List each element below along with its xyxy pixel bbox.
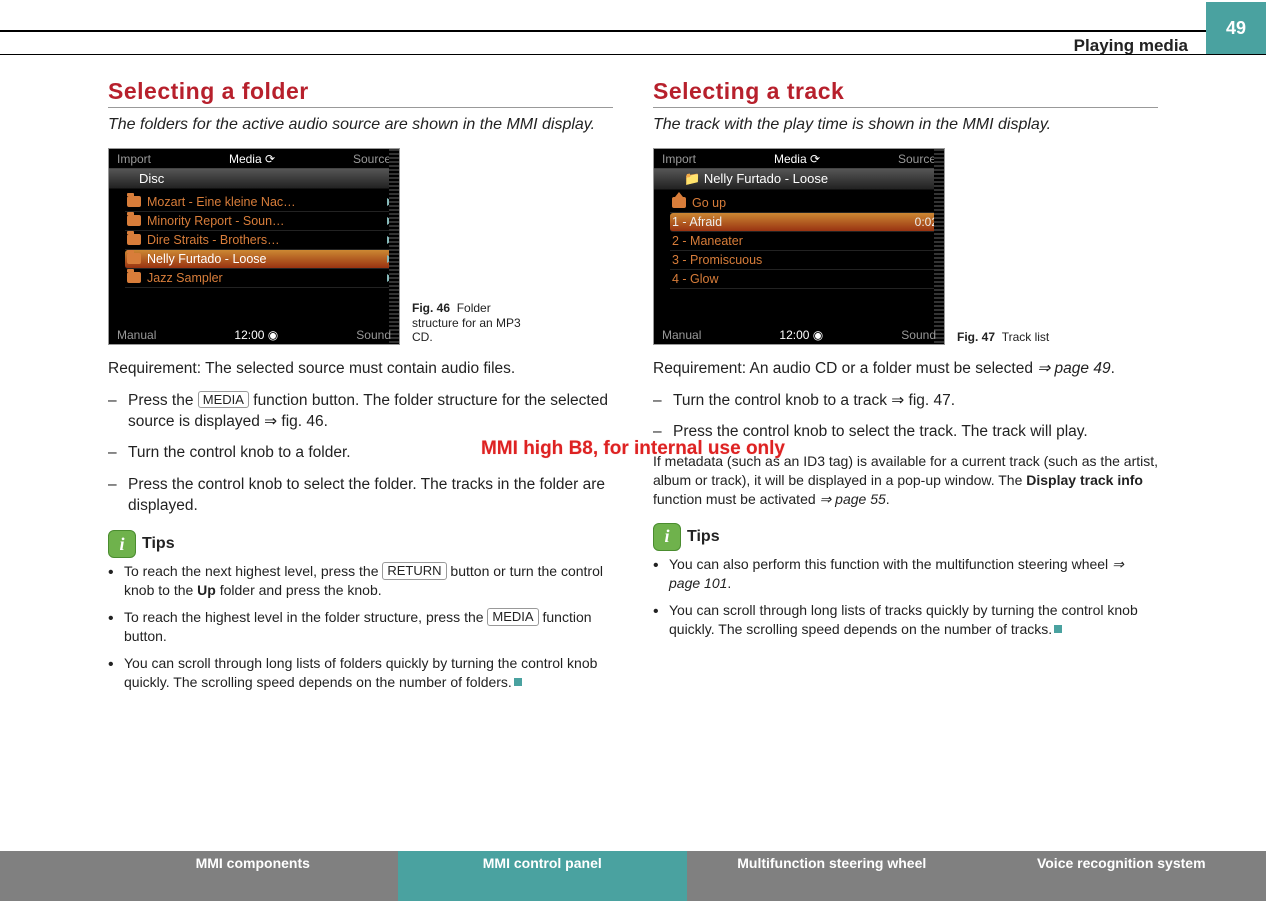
tips-header-left: i Tips <box>108 530 613 558</box>
steps-right: Turn the control knob to a track ⇒ fig. … <box>653 390 1158 443</box>
folder-icon <box>127 234 141 245</box>
fig46-caption: Fig. 46 Folder structure for an MP3 CD. <box>412 301 522 344</box>
end-mark-icon <box>514 678 522 686</box>
fig47-caption: Fig. 47 Track list <box>957 330 1067 344</box>
folder-icon <box>127 196 141 207</box>
footer-spacer <box>0 851 108 901</box>
mmi-screenshot-folders: Import Media ⟳ Source Disc Mozart - Eine… <box>108 148 400 345</box>
tab-multifunction-wheel[interactable]: Multifunction steering wheel <box>687 851 977 901</box>
folder-icon <box>127 253 141 264</box>
go-up-icon <box>672 197 686 208</box>
mmi-screenshot-tracks: Import Media ⟳ Source 📁 Nelly Furtado - … <box>653 148 945 345</box>
tip-1: You can also perform this function with … <box>653 555 1158 593</box>
tab-mmi-control-panel[interactable]: MMI control panel <box>398 851 688 901</box>
info-icon: i <box>653 523 681 551</box>
left-column: Selecting a folder The folders for the a… <box>108 78 613 811</box>
section-title-left: Selecting a folder <box>108 78 613 108</box>
mmi-top-right: Source <box>898 152 936 166</box>
mmi-bottom-right: Sound <box>356 328 391 342</box>
tip-2: You can scroll through long lists of tra… <box>653 601 1158 639</box>
requirement-left: Requirement: The selected source must co… <box>108 359 613 380</box>
mmi-title-bar: Disc <box>109 168 399 189</box>
side-strip <box>934 149 944 344</box>
content-area: Selecting a folder The folders for the a… <box>108 78 1158 811</box>
tips-header-right: i Tips <box>653 523 1158 551</box>
media-key: MEDIA <box>198 391 249 409</box>
mmi-top-center: Media ⟳ <box>229 152 275 166</box>
mmi-bottom-left: Manual <box>117 328 156 342</box>
mmi-top-right: Source <box>353 152 391 166</box>
mmi-track-list: Go up 1 - Afraid0:02 2 - Maneater 3 - Pr… <box>654 190 944 289</box>
step-1: Press the MEDIA function button. The fol… <box>108 390 613 433</box>
end-mark-icon <box>1054 625 1062 633</box>
tab-mmi-components[interactable]: MMI components <box>108 851 398 901</box>
tips-label: Tips <box>142 535 175 553</box>
footer-tabs: MMI components MMI control panel Multifu… <box>0 851 1266 901</box>
mmi-title-bar: 📁 Nelly Furtado - Loose <box>654 168 944 190</box>
tip-1: To reach the next highest level, press t… <box>108 562 613 600</box>
chapter-title: Playing media <box>1074 36 1188 56</box>
metadata-note: If metadata (such as an ID3 tag) is avai… <box>653 452 1158 509</box>
steps-left: Press the MEDIA function button. The fol… <box>108 390 613 517</box>
page-number: 49 <box>1206 2 1266 54</box>
step-3: Press the control knob to select the fol… <box>108 474 613 517</box>
step-2: Turn the control knob to a folder. <box>108 442 613 463</box>
mmi-clock: 12:00 ◉ <box>234 328 278 342</box>
step-1: Turn the control knob to a track ⇒ fig. … <box>653 390 1158 411</box>
header-bar: Playing media 49 <box>0 30 1266 55</box>
side-strip <box>389 149 399 344</box>
folder-icon <box>127 272 141 283</box>
right-column: Selecting a track The track with the pla… <box>653 78 1158 811</box>
mmi-folder-list: Mozart - Eine kleine Nac… Minority Repor… <box>109 189 399 288</box>
tips-list-right: You can also perform this function with … <box>653 555 1158 639</box>
tip-3: You can scroll through long lists of fol… <box>108 654 613 692</box>
folder-icon <box>127 215 141 226</box>
figure-47: Import Media ⟳ Source 📁 Nelly Furtado - … <box>653 148 1158 345</box>
intro-left: The folders for the active audio source … <box>108 114 613 136</box>
info-icon: i <box>108 530 136 558</box>
return-key: RETURN <box>382 562 446 580</box>
section-title-right: Selecting a track <box>653 78 1158 108</box>
media-key: MEDIA <box>487 608 538 626</box>
intro-right: The track with the play time is shown in… <box>653 114 1158 136</box>
mmi-top-left: Import <box>662 152 696 166</box>
mmi-top-left: Import <box>117 152 151 166</box>
tip-2: To reach the highest level in the folder… <box>108 608 613 646</box>
figure-46: Import Media ⟳ Source Disc Mozart - Eine… <box>108 148 613 345</box>
mmi-clock: 12:00 ◉ <box>779 328 823 342</box>
mmi-top-center: Media ⟳ <box>774 152 820 166</box>
tab-voice-recognition[interactable]: Voice recognition system <box>977 851 1266 901</box>
mmi-bottom-left: Manual <box>662 328 701 342</box>
tips-label: Tips <box>687 528 720 546</box>
tips-list-left: To reach the next highest level, press t… <box>108 562 613 691</box>
requirement-right: Requirement: An audio CD or a folder mus… <box>653 359 1158 380</box>
step-2: Press the control knob to select the tra… <box>653 421 1158 442</box>
mmi-bottom-right: Sound <box>901 328 936 342</box>
